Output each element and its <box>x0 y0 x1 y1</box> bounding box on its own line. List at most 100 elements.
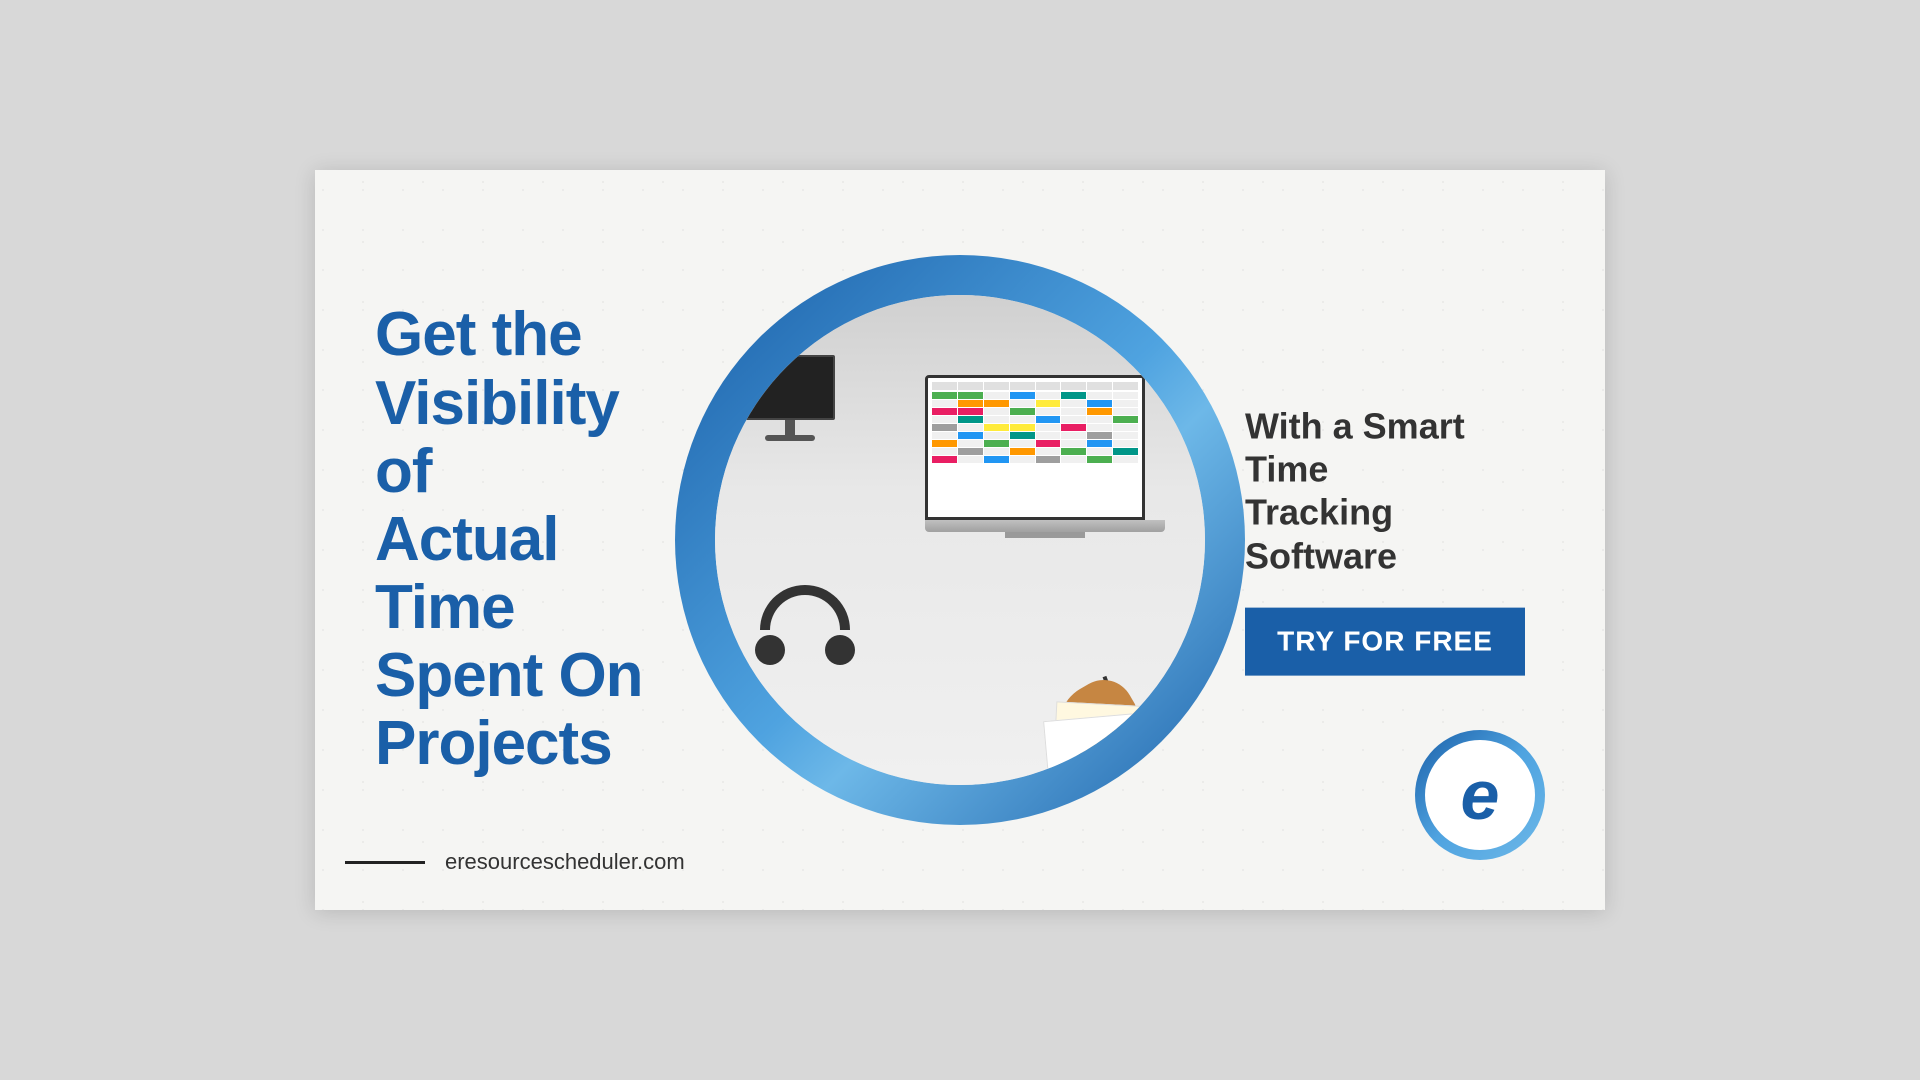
screen-content <box>928 378 1142 517</box>
headline-line1: Get the <box>375 300 582 369</box>
monitor-screen <box>745 355 835 420</box>
grid-row-3 <box>932 408 1138 415</box>
grid-cell <box>1010 448 1035 455</box>
grid-cell <box>984 392 1009 399</box>
grid-cell <box>1113 448 1138 455</box>
ad-banner: Get the Visibility of Actual Time Spent … <box>315 170 1605 910</box>
monitor <box>745 355 835 441</box>
grid-header-cell <box>1087 382 1112 390</box>
grid-cell <box>932 440 957 447</box>
subtitle-line2: Tracking Software <box>1245 492 1397 576</box>
grid-header <box>932 382 1138 390</box>
grid-header-cell <box>932 382 957 390</box>
laptop-screen <box>925 375 1145 520</box>
left-section: Get the Visibility of Actual Time Spent … <box>315 241 715 838</box>
grid-cell <box>984 448 1009 455</box>
headline-line5: Projects <box>375 709 612 778</box>
headphone-band <box>760 585 850 630</box>
grid-cell <box>984 440 1009 447</box>
grid-cell <box>1036 424 1061 431</box>
grid-cell <box>958 448 983 455</box>
grid-cell <box>958 408 983 415</box>
grid-cell <box>1113 416 1138 423</box>
grid-cell <box>1036 416 1061 423</box>
grid-cell <box>1087 416 1112 423</box>
grid-cell <box>1113 456 1138 463</box>
grid-cell <box>1036 400 1061 407</box>
grid-cell <box>958 424 983 431</box>
grid-cell <box>1087 392 1112 399</box>
grid-cell <box>1087 440 1112 447</box>
laptop-scene <box>715 295 1205 785</box>
grid-cell <box>1061 440 1086 447</box>
grid-row-9 <box>932 456 1138 463</box>
grid-cell <box>1010 440 1035 447</box>
grid-cell <box>1010 416 1035 423</box>
grid-cell <box>1113 408 1138 415</box>
grid-cell <box>932 416 957 423</box>
grid-cell <box>1010 392 1035 399</box>
monitor-stand-base <box>765 435 815 441</box>
grid-cell <box>1087 456 1112 463</box>
grid-header-cell <box>984 382 1009 390</box>
grid-cell <box>1087 448 1112 455</box>
grid-cell <box>1061 432 1086 439</box>
grid-header-cell <box>1061 382 1086 390</box>
center-image-circle <box>675 255 1245 825</box>
grid-cell <box>1036 432 1061 439</box>
grid-cell <box>1036 408 1061 415</box>
grid-cell <box>1113 400 1138 407</box>
grid-cell <box>1036 392 1061 399</box>
grid-cell <box>984 424 1009 431</box>
grid-cell <box>1113 424 1138 431</box>
grid-cell <box>1113 432 1138 439</box>
circle-outer-ring <box>675 255 1245 825</box>
grid-cell <box>932 400 957 407</box>
grid-cell <box>984 432 1009 439</box>
right-section: With a Smart Time Tracking Software TRY … <box>1245 405 1545 676</box>
grid-cell <box>1113 440 1138 447</box>
grid-cell <box>1036 440 1061 447</box>
logo-letter: e <box>1461 760 1500 830</box>
grid-cell <box>1010 424 1035 431</box>
grid-cell <box>932 432 957 439</box>
grid-cell <box>1087 424 1112 431</box>
bottom-line-divider <box>345 861 425 864</box>
grid-row-5 <box>932 424 1138 431</box>
grid-cell <box>1087 432 1112 439</box>
grid-header-cell <box>958 382 983 390</box>
grid-cell <box>1061 408 1086 415</box>
grid-cell <box>932 448 957 455</box>
grid-row-4 <box>932 416 1138 423</box>
grid-cell <box>932 424 957 431</box>
grid-row-7 <box>932 440 1138 447</box>
grid-cell <box>1010 456 1035 463</box>
logo-outer-ring: e <box>1415 730 1545 860</box>
grid-cell <box>958 400 983 407</box>
grid-cell <box>958 456 983 463</box>
monitor-stand-neck <box>785 420 795 435</box>
subtitle-line1: With a Smart Time <box>1245 406 1465 490</box>
grid-cell <box>958 392 983 399</box>
logo-circle: e <box>1415 730 1545 860</box>
website-url: eresourcescheduler.com <box>445 849 685 875</box>
grid-cell <box>984 456 1009 463</box>
grid-cell <box>958 416 983 423</box>
laptop-base <box>925 520 1165 532</box>
grid-cell <box>958 440 983 447</box>
grid-cell <box>932 392 957 399</box>
grid-cell <box>1010 432 1035 439</box>
grid-cell <box>1061 392 1086 399</box>
grid-cell <box>1036 448 1061 455</box>
grid-cell <box>958 432 983 439</box>
grid-row-2 <box>932 400 1138 407</box>
headphone-right-ear <box>825 635 855 665</box>
laptop <box>925 375 1165 538</box>
grid-row-1 <box>932 392 1138 399</box>
headline: Get the Visibility of Actual Time Spent … <box>375 301 675 778</box>
try-for-free-button[interactable]: TRY FOR FREE <box>1245 607 1525 675</box>
grid-cell <box>1087 400 1112 407</box>
laptop-stand <box>1005 532 1085 538</box>
grid-cell <box>1010 400 1035 407</box>
headline-line3: Actual Time <box>375 505 558 642</box>
